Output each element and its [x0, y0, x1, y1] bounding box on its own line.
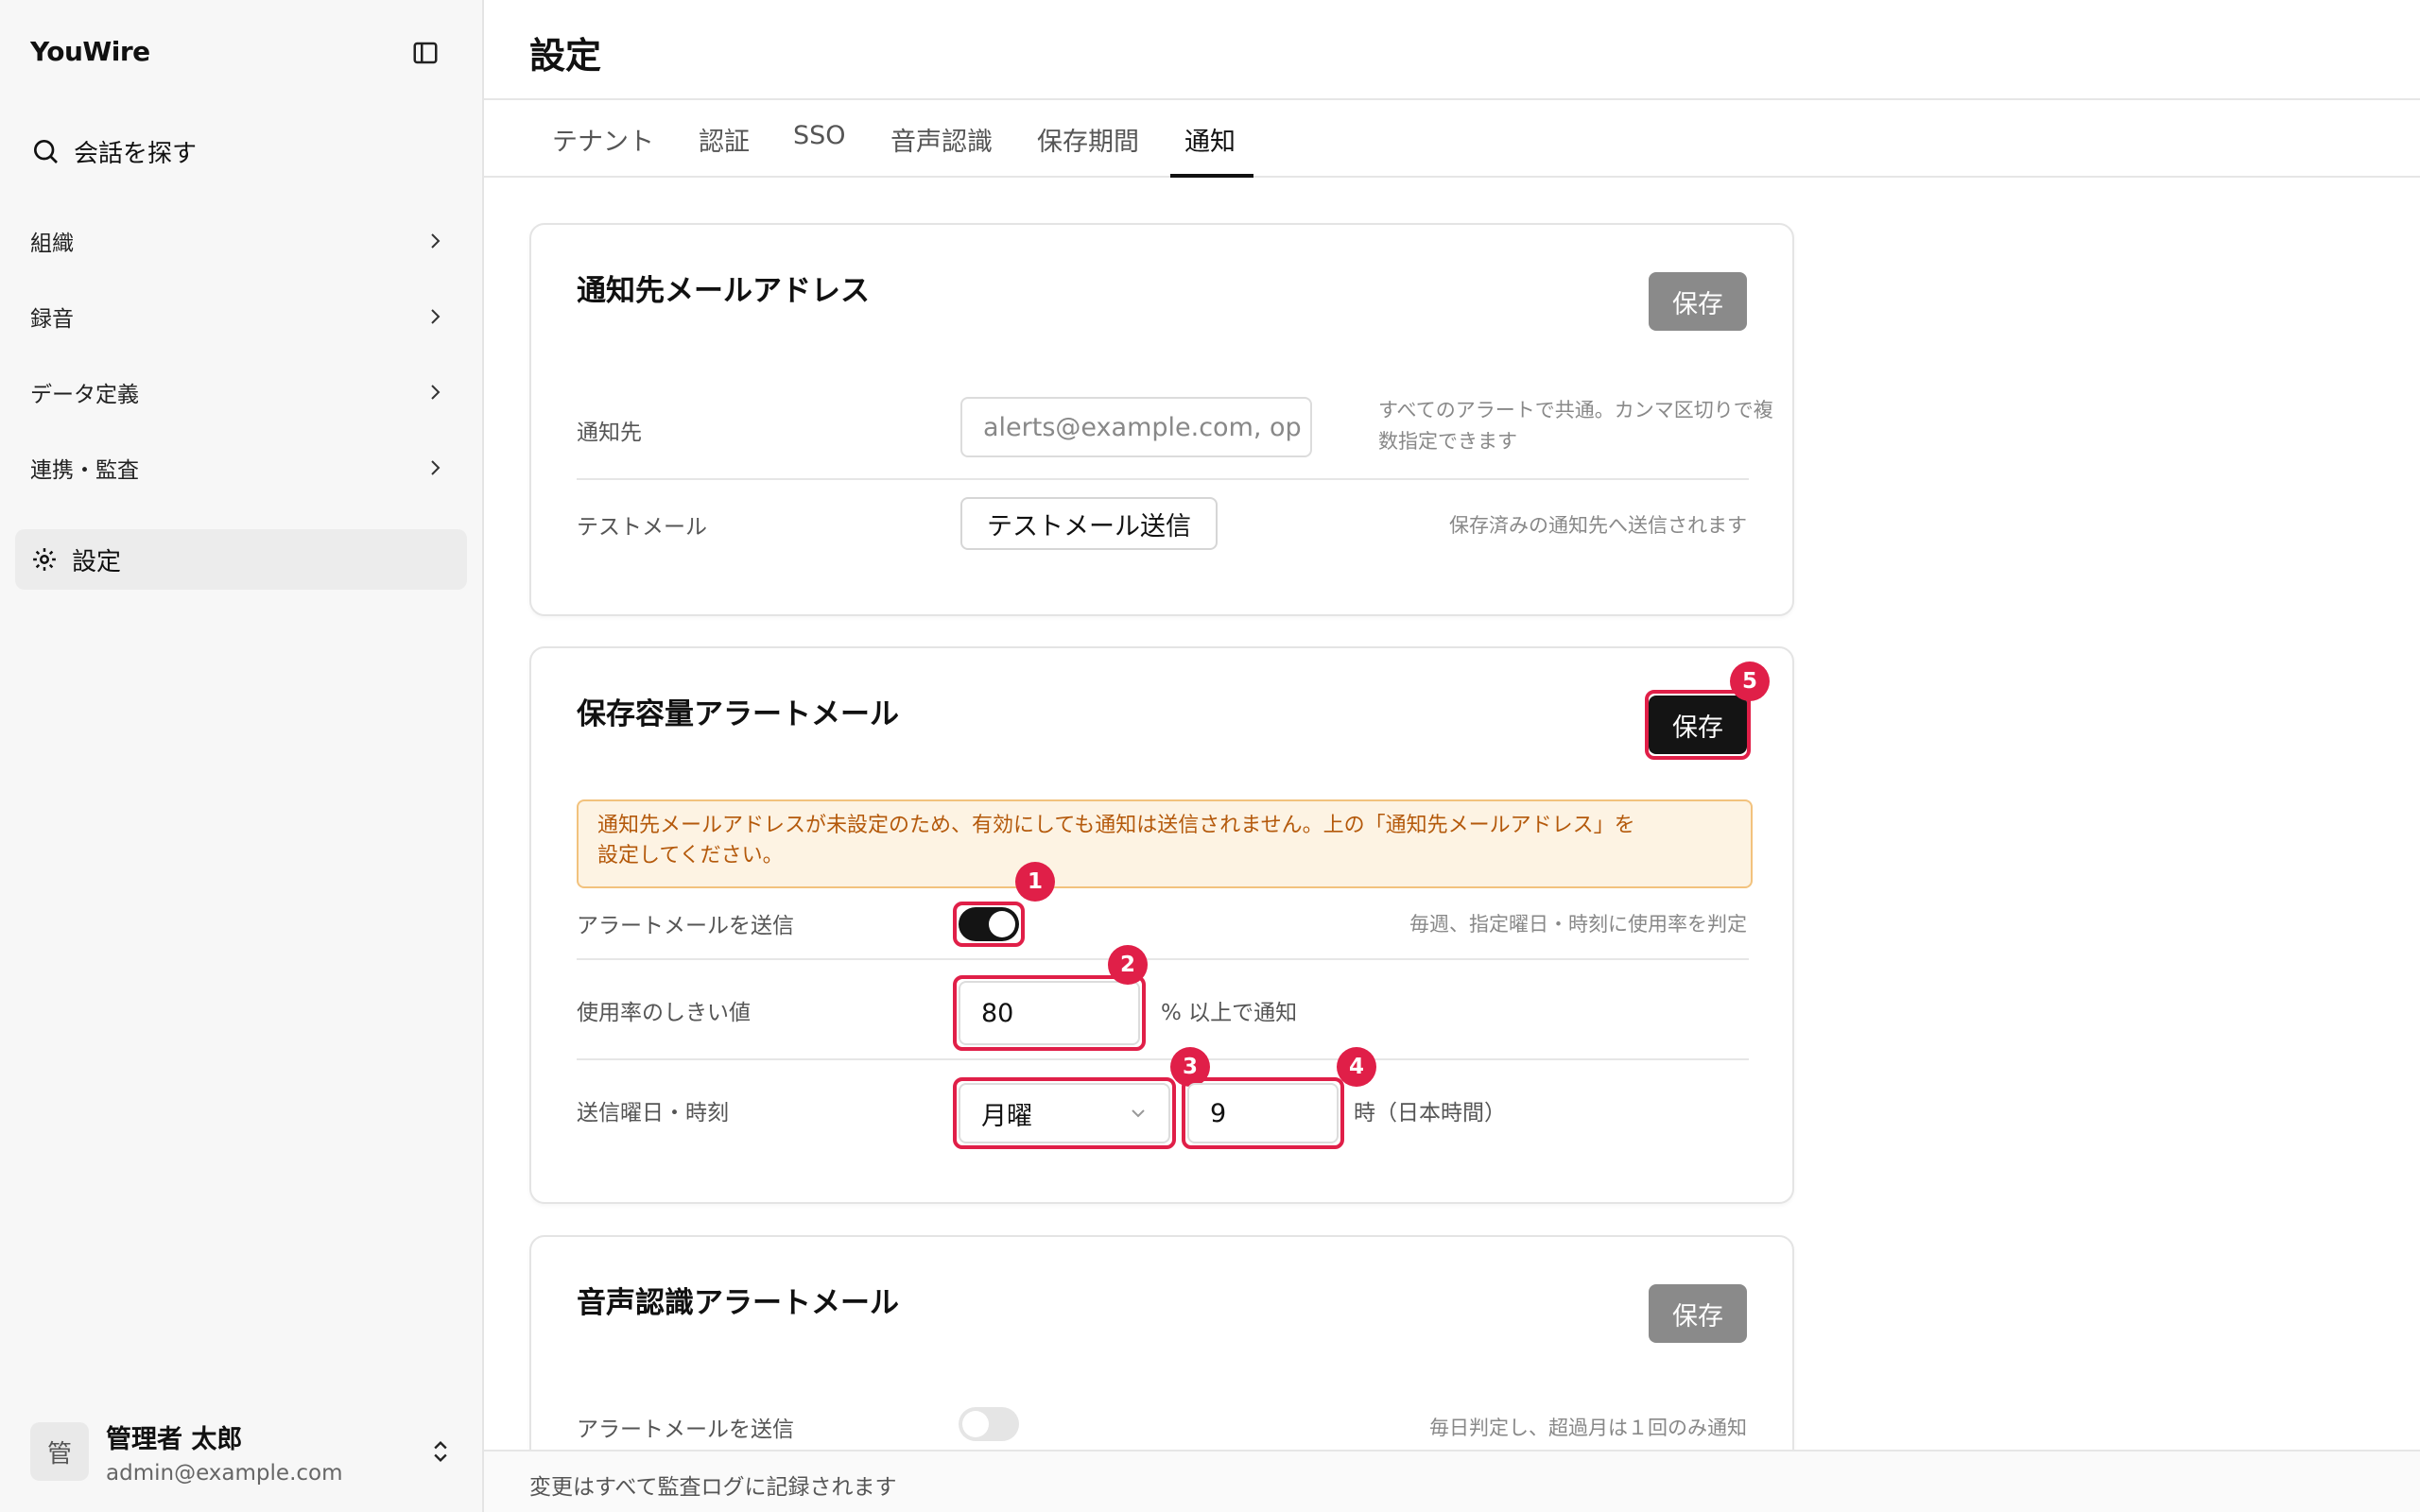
annotation-badge-2: 2	[1108, 945, 1148, 985]
sidebar-item-settings[interactable]: 設定	[15, 529, 467, 590]
tab-speech-recognition[interactable]: 音声認識	[890, 121, 993, 158]
schedule-unit: 時（日本時間）	[1354, 1101, 1506, 1125]
recipient-email-input[interactable]: alerts@example.com, op	[960, 397, 1312, 457]
warning-text-line1: 通知先メールアドレスが未設定のため、有効にしても通知は送信されません。上の「通知…	[597, 814, 1635, 837]
warning-alert: 通知先メールアドレスが未設定のため、有効にしても通知は送信されません。上の「通知…	[577, 799, 1753, 888]
threshold-input[interactable]: 80	[959, 981, 1140, 1045]
schedule-label: 送信曜日・時刻	[577, 1101, 729, 1125]
audit-log-notice: 変更はすべて監査ログに記録されます	[529, 1475, 897, 1500]
threshold-unit: % 以上で通知	[1161, 1001, 1298, 1025]
tab-auth[interactable]: 認証	[699, 121, 750, 158]
sidebar-item-label: 設定	[72, 547, 122, 576]
tab-notifications[interactable]: 通知	[1184, 121, 1236, 158]
gear-icon	[33, 548, 56, 571]
chevron-right-icon	[431, 233, 441, 249]
user-email: admin@example.com	[106, 1460, 343, 1486]
sidebar-item-integration-audit[interactable]: 連携・監査	[30, 449, 446, 487]
recipient-label: 通知先	[577, 421, 642, 445]
send-alert-hint: 毎日判定し、超過月は１回のみ通知	[1429, 1417, 1747, 1439]
sidebar-item-label: 録音	[30, 307, 74, 332]
storage-alert-card: 保存容量アラートメール 保存 5 通知先メールアドレスが未設定のため、有効にして…	[529, 646, 1794, 1204]
sidebar-toggle-button[interactable]	[408, 36, 442, 70]
day-select-value: 月曜	[981, 1101, 1032, 1131]
tab-retention[interactable]: 保存期間	[1037, 121, 1139, 158]
sidebar-item-data-definition[interactable]: データ定義	[30, 373, 446, 411]
sidebar-item-label: データ定義	[30, 383, 139, 407]
sidebar-item-label: 連携・監査	[30, 458, 139, 483]
card-title: 保存容量アラートメール	[577, 697, 899, 731]
send-alert-hint: 毎週、指定曜日・時刻に使用率を判定	[1409, 913, 1747, 936]
notification-email-card: 通知先メールアドレス 保存 通知先 alerts@example.com, op…	[529, 223, 1794, 616]
avatar: 管	[30, 1422, 89, 1481]
active-tab-indicator	[1170, 174, 1253, 178]
annotation-badge-1: 1	[1015, 862, 1055, 902]
send-alert-label: アラートメールを送信	[577, 1418, 794, 1442]
divider	[577, 958, 1749, 960]
annotation-badge-5: 5	[1730, 662, 1770, 701]
chevron-up-down-icon	[434, 1441, 447, 1462]
speech-alert-card: 音声認識アラートメール 保存 アラートメールを送信 毎日判定し、超過月は１回のみ…	[529, 1235, 1794, 1481]
settings-tabs: テナント 認証 SSO 音声認識 保存期間 通知	[484, 100, 2420, 178]
test-email-label: テストメール	[577, 515, 707, 540]
save-button[interactable]: 保存	[1649, 1284, 1747, 1343]
sidebar-item-recording[interactable]: 録音	[30, 298, 446, 335]
divider	[577, 1058, 1749, 1060]
chevron-right-icon	[431, 385, 441, 400]
annotation-badge-4: 4	[1337, 1047, 1376, 1087]
recipient-hint-line1: すべてのアラートで共通。カンマ区切りで複	[1378, 399, 1773, 421]
chevron-right-icon	[431, 460, 441, 475]
divider	[577, 478, 1749, 480]
recipient-hint-line2: 数指定できます	[1378, 430, 1517, 453]
user-menu[interactable]: 管 管理者 太郎 admin@example.com	[30, 1416, 454, 1487]
warning-text-line2: 設定してください。	[597, 844, 784, 868]
sidebar-item-organization[interactable]: 組織	[30, 222, 446, 260]
send-test-email-button[interactable]: テストメール送信	[960, 497, 1218, 550]
card-title: 音声認識アラートメール	[577, 1286, 899, 1320]
sidebar: YouWire 会話を探す 組織 録音 データ定義 連携・監査 設定 管 管理者…	[0, 0, 484, 1512]
save-button[interactable]: 保存	[1649, 696, 1747, 754]
app-logo: YouWire	[30, 36, 150, 67]
toggle-knob	[962, 1411, 989, 1437]
day-select[interactable]: 月曜	[959, 1083, 1170, 1143]
hour-input[interactable]: 9	[1187, 1083, 1339, 1143]
main-content: 設定 テナント 認証 SSO 音声認識 保存期間 通知 通知先メールアドレス 保…	[484, 0, 2420, 1512]
footer: 変更はすべて監査ログに記録されます	[484, 1450, 2420, 1512]
user-name: 管理者 太郎	[106, 1424, 243, 1454]
sidebar-item-label: 組織	[30, 232, 74, 256]
chevron-right-icon	[431, 309, 441, 324]
search-conversations[interactable]: 会話を探す	[30, 132, 197, 170]
send-alert-toggle[interactable]	[959, 1407, 1019, 1441]
search-label: 会話を探す	[74, 139, 198, 168]
toggle-knob	[989, 911, 1015, 937]
page-title: 設定	[529, 35, 602, 77]
save-button[interactable]: 保存	[1649, 272, 1747, 331]
threshold-label: 使用率のしきい値	[577, 1001, 751, 1025]
tab-tenant[interactable]: テナント	[552, 121, 654, 158]
send-alert-toggle[interactable]	[959, 907, 1019, 941]
test-email-hint: 保存済みの通知先へ送信されます	[1449, 514, 1747, 537]
card-title: 通知先メールアドレス	[577, 274, 870, 308]
sidebar-panel-icon	[413, 42, 438, 64]
search-icon	[34, 140, 58, 163]
tab-sso[interactable]: SSO	[793, 121, 846, 150]
chevron-down-icon	[1132, 1109, 1145, 1118]
send-alert-label: アラートメールを送信	[577, 914, 794, 938]
